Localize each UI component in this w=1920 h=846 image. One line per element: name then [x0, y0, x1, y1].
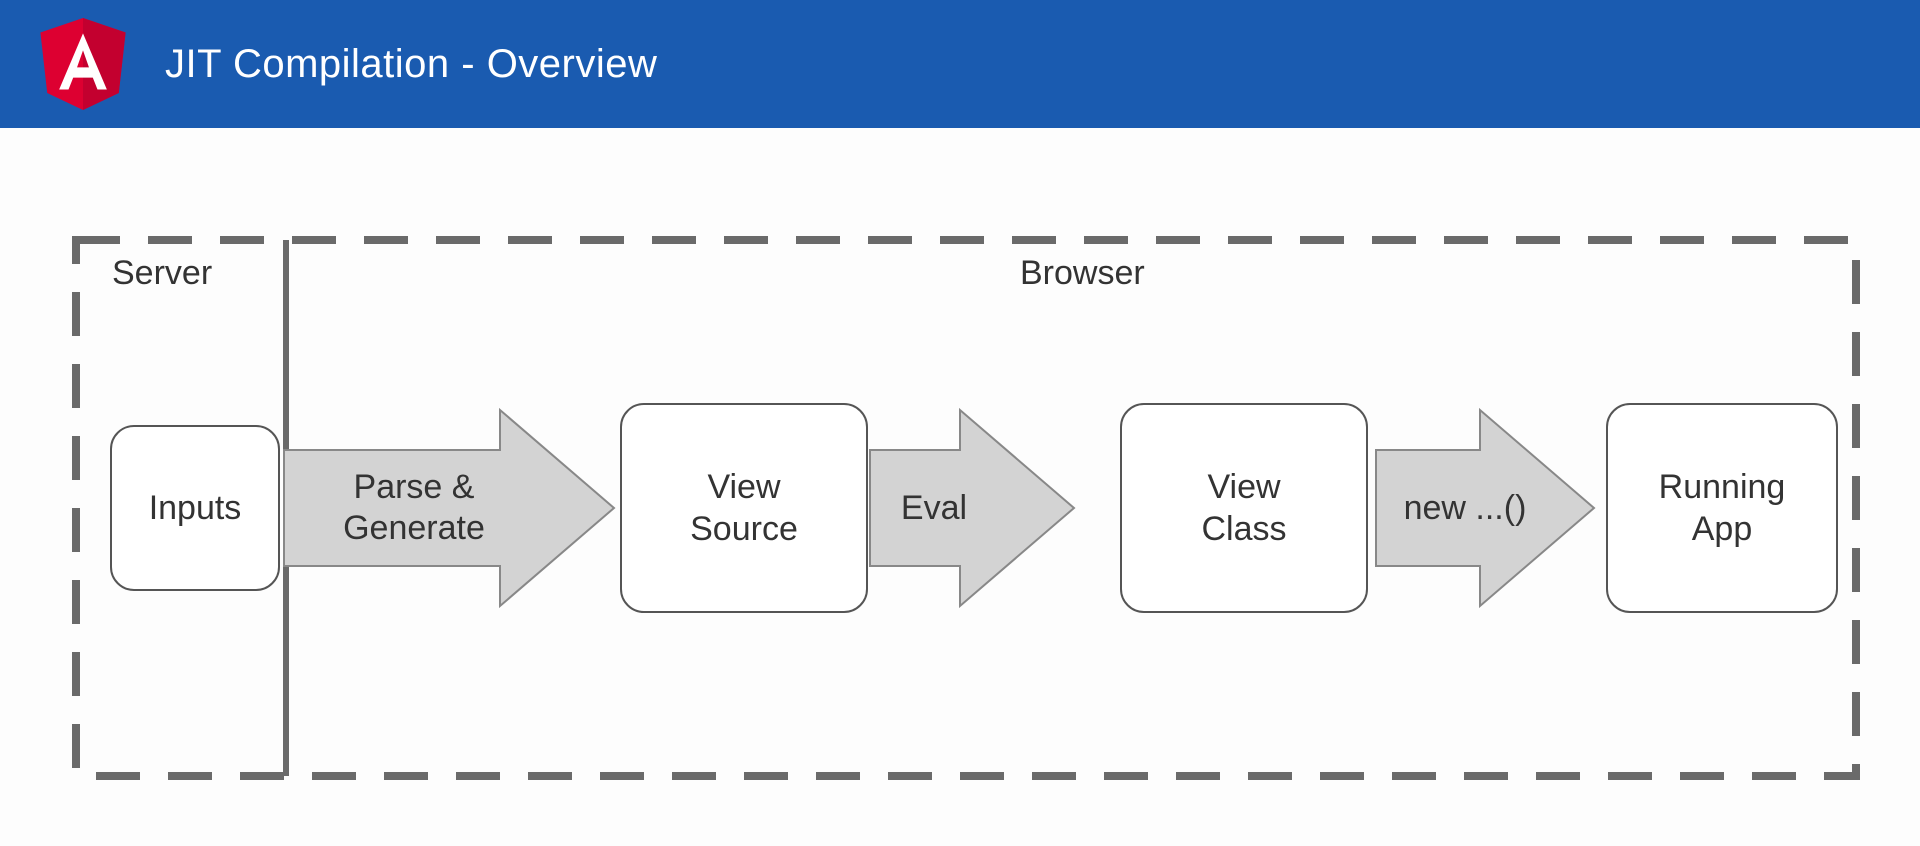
- arrow-eval: [870, 410, 1074, 606]
- box-view-class: ViewClass: [1120, 403, 1368, 613]
- slide-title: JIT Compilation - Overview: [165, 42, 657, 87]
- region-label-browser: Browser: [1020, 254, 1145, 293]
- region-label-server: Server: [112, 254, 212, 293]
- box-view-source: ViewSource: [620, 403, 868, 613]
- arrow-new: [1376, 410, 1594, 606]
- box-inputs-label: Inputs: [149, 487, 242, 530]
- arrow-parse-generate: [284, 410, 614, 606]
- box-view-source-label: ViewSource: [690, 466, 798, 551]
- angular-logo-icon: [40, 18, 126, 110]
- box-inputs: Inputs: [110, 425, 280, 591]
- box-running-app-label: RunningApp: [1659, 466, 1786, 551]
- slide-header: JIT Compilation - Overview: [0, 0, 1920, 128]
- box-view-class-label: ViewClass: [1201, 466, 1286, 551]
- diagram-stage: Server Browser Inputs ViewSource ViewCla…: [0, 128, 1920, 846]
- box-running-app: RunningApp: [1606, 403, 1838, 613]
